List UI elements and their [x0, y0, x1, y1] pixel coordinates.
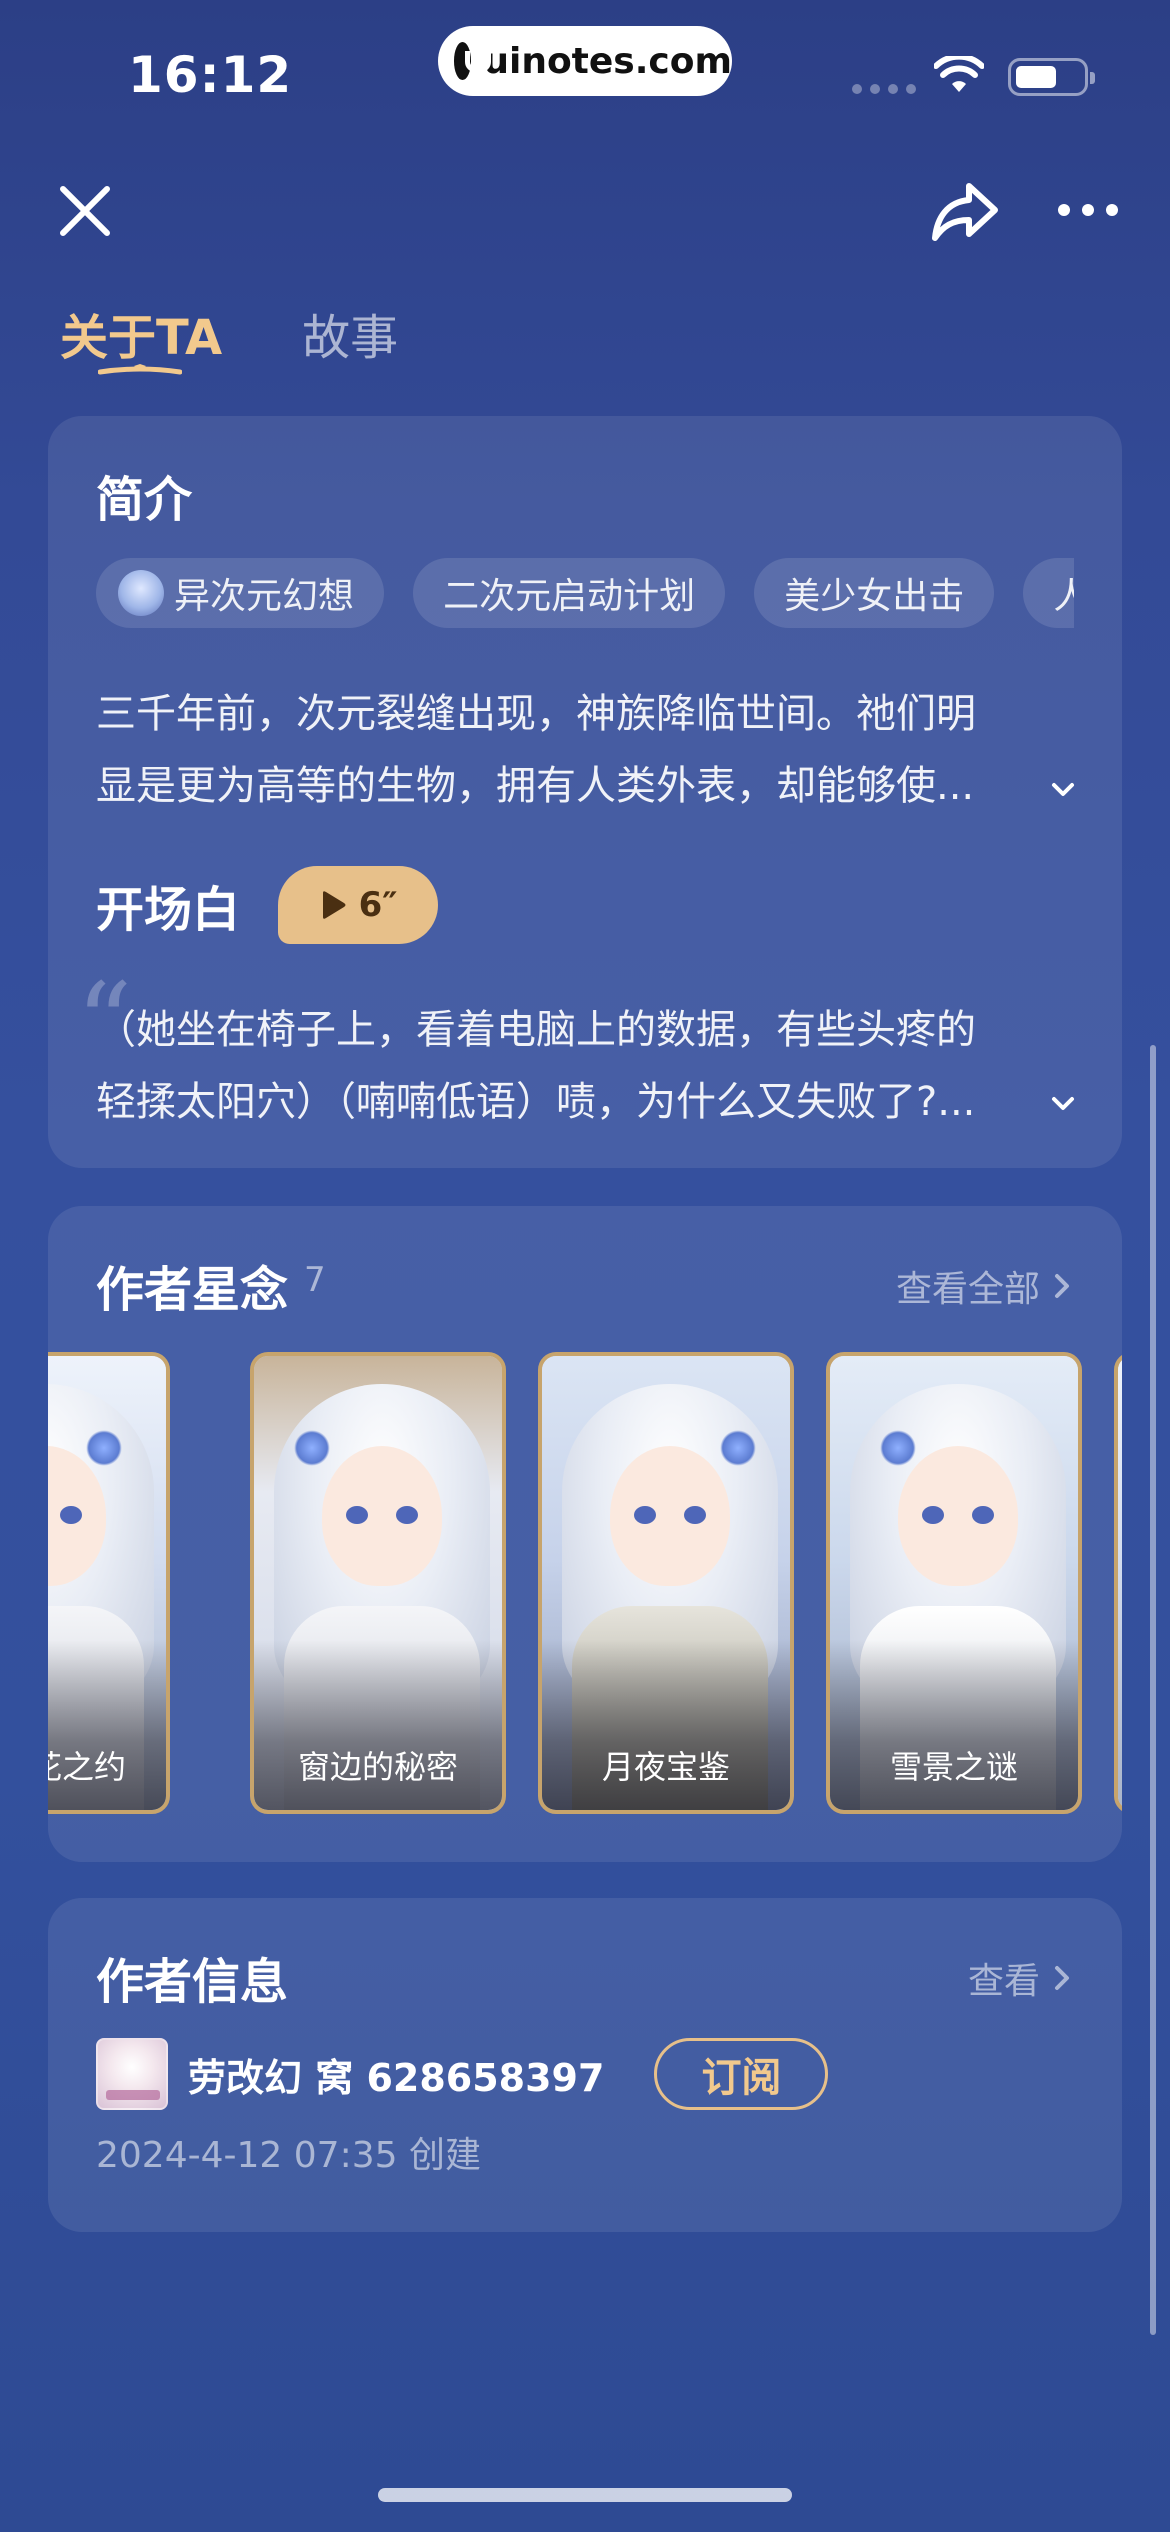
work-title: 窗边的秘密: [297, 1748, 458, 1786]
tag-label: 二次元启动计划: [443, 576, 696, 617]
tab-about[interactable]: 关于TA: [60, 298, 222, 378]
author-avatar[interactable]: [96, 2038, 168, 2110]
opening-line: （她坐在椅子上，看着电脑上的数据，有些头疼的: [96, 1007, 976, 1053]
work-card[interactable]: 山花之约: [48, 1352, 170, 1814]
opening-text[interactable]: （她坐在椅子上，看着电脑上的数据，有些头疼的 轻揉太阳穴）（喃喃低语）啧，为什么…: [96, 994, 1076, 1138]
author-view-link[interactable]: 查看: [968, 1952, 1070, 2004]
intro-title: 简介: [96, 472, 193, 528]
opening-title: 开场白: [96, 882, 241, 938]
more-button[interactable]: [1048, 180, 1128, 240]
chevron-down-icon[interactable]: [1048, 774, 1078, 804]
tag-chip[interactable]: 异次元幻想: [96, 558, 385, 628]
works-card: 作者星念 7 查看全部 山花之约: [48, 1206, 1122, 1862]
intro-description[interactable]: 三千年前，次元裂缝出现，神族降临世间。祂们明 显是更为高等的生物，拥有人类外表，…: [96, 678, 1076, 822]
chevron-down-icon[interactable]: [1048, 1088, 1078, 1118]
share-icon: [932, 183, 998, 241]
intro-line: 显是更为高等的生物，拥有人类外表，却能够使...: [96, 763, 975, 809]
author-title: 作者信息: [96, 1954, 289, 2010]
tag-list[interactable]: 异次元幻想 二次元启动计划 美少女出击 人: [96, 558, 1074, 630]
tag-label: 美少女出击: [784, 576, 965, 617]
opening-line: 轻揉太阳穴）（喃喃低语）啧，为什么又失败了?...: [96, 1079, 976, 1125]
url-pill[interactable]: uinotes.com: [438, 26, 732, 96]
opening-header: 开场白 6″: [96, 866, 439, 944]
share-button[interactable]: [925, 172, 1005, 252]
view-all-link[interactable]: 查看全部: [896, 1260, 1070, 1312]
site-logo-icon: [454, 42, 492, 80]
top-bar: [0, 160, 1170, 260]
wifi-icon: [934, 56, 984, 92]
voice-play-button[interactable]: 6″: [278, 866, 439, 944]
work-title: 山花之约: [48, 1748, 126, 1786]
author-created-date: 2024-4-12 07:35 创建: [96, 2135, 481, 2176]
author-view-label: 查看: [967, 1961, 1040, 2002]
works-title: 作者星念: [96, 1262, 289, 1318]
tag-chip[interactable]: 二次元启动计划: [413, 558, 726, 628]
battery-icon: [1008, 58, 1095, 96]
author-row: 劳改幻 窝 628658397 订阅: [96, 2038, 829, 2110]
work-title: 雪景之谜: [889, 1748, 1018, 1786]
close-button[interactable]: [50, 176, 120, 246]
tab-indicator: [98, 364, 182, 375]
scrollbar[interactable]: [1150, 1045, 1156, 2335]
subscribe-button[interactable]: 订阅: [654, 2038, 829, 2110]
tab-about-label: 关于TA: [60, 310, 223, 366]
tag-chip[interactable]: 人: [1023, 558, 1074, 628]
close-icon: [60, 186, 110, 236]
tag-label: 异次元幻想: [174, 576, 355, 617]
work-card[interactable]: 窗边的秘密: [250, 1352, 506, 1814]
author-card: 作者信息 查看 劳改幻 窝 628658397 订阅 2024-4-12 07:…: [48, 1898, 1122, 2232]
chevron-right-icon: [1055, 1274, 1069, 1298]
work-card[interactable]: 月夜宝鉴: [538, 1352, 794, 1814]
tag-chip[interactable]: 美少女出击: [754, 558, 995, 628]
work-card[interactable]: 雪景之谜: [826, 1352, 1082, 1814]
work-title: 月夜宝鉴: [601, 1748, 730, 1786]
intro-card: 简介 异次元幻想 二次元启动计划 美少女出击 人 三千年前，次元裂缝出现，神族降…: [48, 416, 1122, 1168]
work-card-partial[interactable]: [1114, 1352, 1122, 1814]
author-name[interactable]: 劳改幻 窝 628658397: [188, 2047, 604, 2102]
status-time: 16:12: [128, 46, 293, 104]
works-count: 7: [304, 1260, 326, 1300]
chevron-right-icon: [1055, 1966, 1069, 1990]
play-icon: [322, 891, 346, 919]
cellular-signal-icon: [852, 84, 916, 94]
tab-bar: 关于TA 故事: [60, 298, 398, 378]
intro-line: 三千年前，次元裂缝出现，神族降临世间。祂们明: [96, 691, 976, 737]
url-text: uinotes.com: [483, 40, 732, 82]
tag-label: 人: [1053, 576, 1074, 617]
works-carousel[interactable]: 山花之约 窗边的秘密: [48, 1352, 1122, 1814]
tab-story[interactable]: 故事: [302, 298, 398, 378]
home-indicator[interactable]: [378, 2488, 792, 2502]
view-all-label: 查看全部: [895, 1269, 1040, 1310]
voice-duration: 6″: [358, 885, 398, 925]
more-icon: [1058, 204, 1118, 216]
status-bar: 16:12 uinotes.com: [0, 0, 1170, 150]
tag-avatar: [118, 570, 164, 616]
